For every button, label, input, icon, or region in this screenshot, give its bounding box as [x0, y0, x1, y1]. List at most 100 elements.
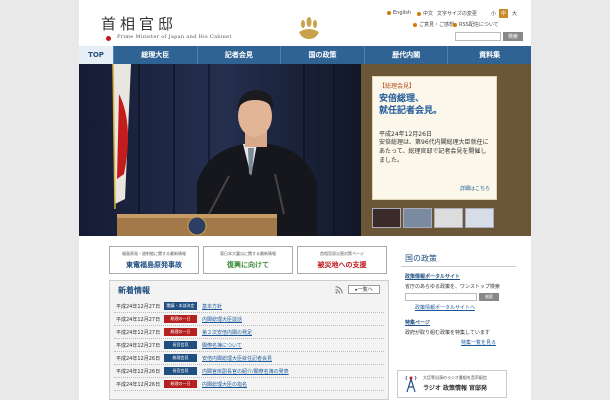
feedback-link[interactable]: ご意見・ご感想	[413, 21, 454, 28]
policy-search: 検索	[405, 293, 516, 301]
press-detail-link[interactable]: 詳細はこちら	[460, 185, 490, 192]
thumbnail[interactable]	[434, 208, 463, 228]
news-link[interactable]: 第２次安倍内閣の発足	[202, 329, 252, 336]
news-date: 平成24年12月26日	[116, 369, 161, 375]
press-conference-card[interactable]: 【総理会見】 安倍総理、 就任記者会見。 平成24年12月26日 安倍総理は、第…	[372, 76, 497, 200]
nav-past-cabinets[interactable]: 歴代内閣	[363, 46, 448, 64]
thumbnail[interactable]	[372, 208, 401, 228]
nav-press-conference[interactable]: 記者会見	[196, 46, 281, 64]
policy-portal-title[interactable]: 政策情報ポータルサイト	[405, 273, 516, 280]
banner-subtitle: 福島原発・放射能に関する最新情報	[122, 251, 186, 256]
policy-search-input[interactable]	[405, 293, 477, 301]
news-title: 新着情報	[118, 286, 150, 295]
bullet-icon	[413, 22, 417, 27]
press-body: 安倍総理は、第96代内閣総理大臣就任にあたって、総理官邸で記者会見を開催しました…	[379, 139, 489, 164]
news-list-button[interactable]: ▸一覧へ	[348, 285, 380, 294]
site-title[interactable]: 首相官邸	[101, 13, 177, 34]
news-link[interactable]: 内閣官房副長官の紹介/閣僚名簿の発表	[202, 368, 289, 375]
banner-subtitle: 東日本大震災に関する最新情報	[220, 251, 276, 256]
thumbnail[interactable]	[403, 208, 432, 228]
site-search-button[interactable]: 検索	[503, 32, 523, 41]
press-date: 平成24年12月26日	[379, 131, 432, 138]
news-link[interactable]: 内閣総理大臣の指名	[202, 381, 247, 388]
prime-minister-photo	[79, 64, 361, 236]
chinese-link[interactable]: 中文	[417, 10, 433, 17]
news-item[interactable]: 平成24年12月26日 総理会見 安倍内閣総理大臣就任記者会見	[114, 352, 384, 365]
news-link[interactable]: 安倍内閣総理大臣就任記者会見	[202, 355, 272, 362]
radio-subtitle: 大臣等出演のラジオ番組を音声配信	[423, 375, 487, 380]
policy-portal-link[interactable]: 政策情報ポータルサイトへ	[415, 304, 516, 311]
news-item[interactable]: 平成24年12月26日 総理の一日 内閣総理大臣の指名	[114, 378, 384, 391]
policy-portal-desc: 省庁のあらゆる政策を、ワンストップ検索	[405, 284, 500, 290]
nav-policy[interactable]: 国の政策	[280, 46, 364, 64]
font-size-label: 文字サイズの変更	[437, 11, 477, 17]
banner-reconstruction[interactable]: 東日本大震災に関する最新情報 復興に向けて	[203, 246, 293, 274]
radio-title: ラジオ 政策情報 官邸発	[423, 385, 488, 392]
policy-title: 国の政策	[401, 251, 516, 267]
banner-disaster-support[interactable]: 首相官邸災害対策ページ 被災地への支援	[297, 246, 387, 274]
news-item[interactable]: 平成24年12月27日 閣議・本部決定 基本方針	[114, 300, 384, 313]
news-date: 平成24年12月26日	[116, 382, 161, 388]
news-badge: 長官会見	[164, 341, 197, 349]
news-item[interactable]: 平成24年12月27日 長官会見 閣僚名簿について	[114, 339, 384, 352]
banner-title: 復興に向けて	[227, 261, 269, 269]
banner-subtitle: 首相官邸災害対策ページ	[320, 251, 364, 256]
policy-search-button[interactable]: 検索	[479, 293, 499, 301]
press-headline: 安倍総理、 就任記者会見。	[379, 93, 442, 117]
banner-title: 東電福島原発事故	[126, 261, 182, 269]
nav-top[interactable]: TOP	[79, 46, 113, 64]
main-nav: TOP 総理大臣 記者会見 国の政策 歴代内閣 資料集	[79, 46, 531, 64]
feature-link[interactable]: 特集一覧を見る	[461, 339, 516, 346]
nav-prime-minister[interactable]: 総理大臣	[113, 46, 197, 64]
feedback-label: ご意見・ご感想	[419, 22, 455, 28]
news-panel: 新着情報 ▸一覧へ 平成24年12月27日 閣議・本部決定 基本方針 平成24年…	[109, 280, 389, 400]
news-date: 平成24年12月27日	[116, 330, 161, 336]
news-date: 平成24年12月27日	[116, 304, 161, 310]
feature-title[interactable]: 特集ページ	[405, 319, 516, 326]
rss-info-label: RSS配信について	[459, 22, 499, 28]
bullet-icon	[387, 11, 391, 15]
english-link[interactable]: English	[387, 10, 411, 16]
news-list-label: 一覧へ	[357, 287, 373, 293]
nav-documents[interactable]: 資料集	[447, 46, 531, 64]
news-date: 平成24年12月26日	[116, 356, 161, 362]
radio-tower-icon	[405, 375, 417, 393]
paulownia-emblem-icon	[299, 17, 319, 39]
news-badge: 長官会見	[164, 367, 197, 375]
news-badge: 総理の一日	[164, 380, 197, 388]
thumbnail[interactable]	[465, 208, 494, 228]
news-list: 平成24年12月27日 閣議・本部決定 基本方針 平成24年12月27日 総理の…	[114, 300, 384, 391]
news-date: 平成24年12月27日	[116, 343, 161, 349]
font-size-large-button[interactable]: 大	[510, 9, 519, 18]
chinese-label: 中文	[423, 11, 434, 17]
news-item[interactable]: 平成24年12月27日 総理の一日 内閣総理大臣談話	[114, 313, 384, 326]
page: 首相官邸 Prime Minister of Japan and His Cab…	[79, 0, 531, 400]
news-link[interactable]: 基本方針	[202, 303, 222, 310]
news-item[interactable]: 平成24年12月27日 総理の一日 第２次安倍内閣の発足	[114, 326, 384, 339]
news-link[interactable]: 閣僚名簿について	[202, 342, 242, 349]
english-label: English	[393, 10, 412, 16]
news-link[interactable]: 内閣総理大臣談話	[202, 316, 242, 323]
news-date: 平成24年12月27日	[116, 317, 161, 323]
feature-desc: 政府が取り組む政策を特集しています	[405, 330, 490, 336]
rss-info-link[interactable]: RSS配信について	[453, 21, 499, 28]
press-headline-line1: 安倍総理、	[379, 94, 425, 104]
site-search-input[interactable]	[455, 32, 501, 41]
hero-photo[interactable]	[79, 64, 361, 236]
press-headline-line2: 就任記者会見。	[379, 106, 443, 116]
press-tag: 【総理会見】	[379, 83, 416, 90]
radio-banner[interactable]: 大臣等出演のラジオ番組を音声配信 ラジオ 政策情報 官邸発	[397, 370, 507, 398]
hero-thumbnails	[372, 208, 494, 228]
hinomaru-icon	[106, 36, 111, 41]
font-size-medium-button[interactable]: 中	[499, 9, 509, 18]
news-badge: 総理の一日	[164, 315, 197, 323]
news-badge: 総理の一日	[164, 328, 197, 336]
rss-icon	[453, 22, 457, 27]
banner-fukushima[interactable]: 福島原発・放射能に関する最新情報 東電福島原発事故	[109, 246, 199, 274]
news-item[interactable]: 平成24年12月26日 長官会見 内閣官房副長官の紹介/閣僚名簿の発表	[114, 365, 384, 378]
banner-title: 被災地への支援	[317, 261, 367, 269]
site-subtitle: Prime Minister of Japan and His Cabinet	[117, 34, 232, 40]
font-size-small-button[interactable]: 小	[489, 9, 498, 18]
rss-icon[interactable]	[335, 286, 343, 294]
bullet-icon	[417, 11, 421, 16]
